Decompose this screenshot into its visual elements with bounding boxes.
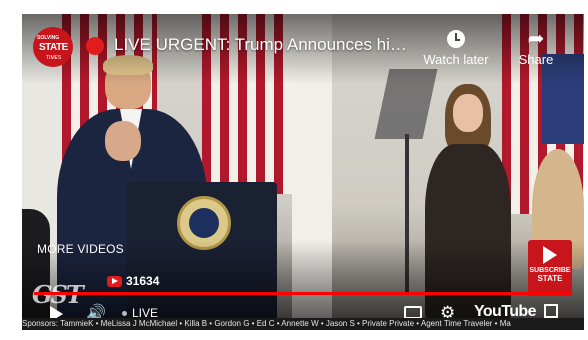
live-dot-icon [122, 310, 127, 316]
sponsor-ticker: Sponsors: TammieK • MeLissa J McMichael … [22, 318, 584, 330]
watch-later-button[interactable]: Watch later [416, 26, 496, 67]
youtube-play-icon [107, 275, 122, 287]
red-live-dot-icon [86, 37, 104, 55]
channel-logo-line1: SOLVING [37, 35, 60, 41]
subscribe-label: SUBSCRIBE [529, 267, 571, 274]
more-videos-button[interactable]: MORE VIDEOS [37, 242, 124, 256]
subscriber-counter: 31634 [107, 274, 159, 288]
fullscreen-icon[interactable] [544, 304, 558, 318]
clock-icon [447, 30, 465, 48]
subscribe-badge[interactable]: SUBSCRIBE STATE [528, 240, 572, 296]
share-button[interactable]: ➦ Share [508, 26, 564, 67]
video-title[interactable]: LIVE URGENT: Trump Announces hi… [114, 35, 414, 55]
share-arrow-icon: ➦ [527, 28, 545, 50]
play-icon [543, 246, 557, 264]
subscribe-channel-label: STATE [537, 274, 563, 283]
subscriber-count: 31634 [126, 274, 160, 288]
watch-later-label: Watch later [423, 52, 489, 67]
progress-bar[interactable] [34, 292, 572, 295]
progress-fill [34, 292, 572, 295]
channel-logo-line3: TIMES [46, 55, 62, 61]
channel-logo-line2: STATE [39, 42, 68, 53]
share-label: Share [518, 52, 554, 67]
channel-avatar[interactable]: SOLVING STATE TIMES [33, 27, 73, 67]
video-player[interactable]: SOLVING STATE TIMES LIVE URGENT: Trump A… [22, 14, 584, 330]
